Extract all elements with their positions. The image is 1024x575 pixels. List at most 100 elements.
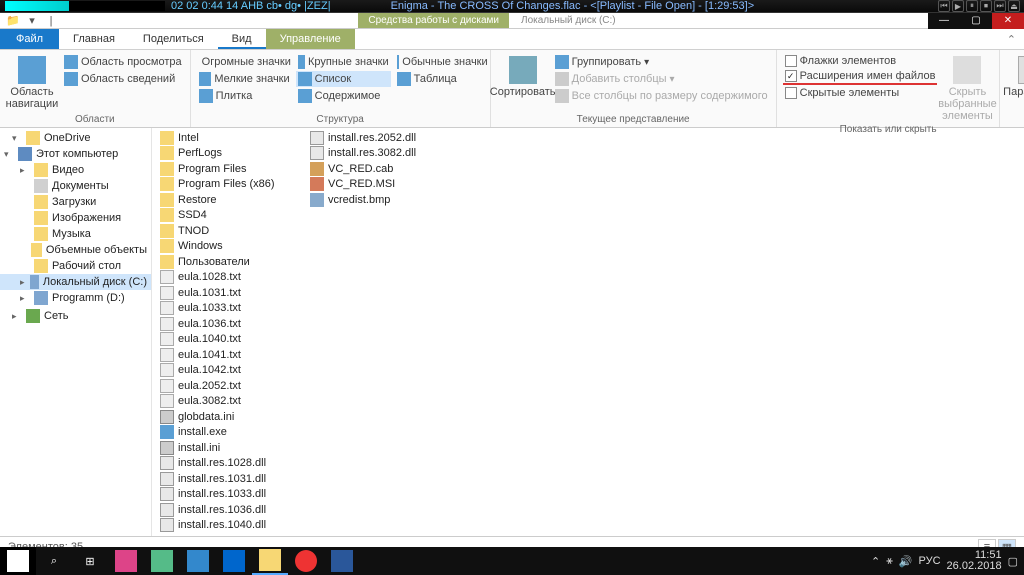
checkbox-items[interactable]: Флажки элементов — [783, 54, 938, 68]
file-item[interactable]: install.res.1031.dll — [158, 471, 308, 487]
maximize-button[interactable]: ▢ — [960, 13, 992, 29]
taskbar-search[interactable]: ⌕ — [36, 547, 72, 575]
layout-list[interactable]: Список — [296, 71, 391, 87]
tree-item[interactable]: Объемные объекты — [0, 242, 151, 258]
file-item[interactable]: eula.2052.txt — [158, 378, 308, 394]
tray-chevron-icon[interactable]: ⌃ — [871, 555, 880, 568]
prev-icon[interactable]: ⏮ — [938, 0, 950, 12]
tab-manage[interactable]: Управление — [266, 29, 355, 49]
chevron-icon[interactable]: ▾ — [12, 133, 22, 144]
tray-network-icon[interactable]: ⚹ — [886, 555, 893, 568]
file-item[interactable]: Windows — [158, 239, 308, 255]
file-item[interactable]: eula.3082.txt — [158, 394, 308, 410]
tray-clock[interactable]: 11:51 26.02.2018 — [947, 550, 1002, 572]
taskbar-app-1[interactable] — [108, 547, 144, 575]
file-item[interactable]: Пользователи — [158, 254, 308, 270]
taskbar-taskview[interactable]: ⊞ — [72, 547, 108, 575]
taskbar-app-2[interactable] — [144, 547, 180, 575]
tray-notifications-icon[interactable]: ▢ — [1008, 555, 1018, 568]
chevron-icon[interactable]: ▾ — [4, 149, 14, 160]
close-button[interactable]: ✕ — [992, 13, 1024, 29]
chevron-icon[interactable]: ▸ — [12, 311, 22, 322]
next-icon[interactable]: ⏭ — [994, 0, 1006, 12]
tree-item[interactable]: Документы — [0, 178, 151, 194]
file-item[interactable]: TNOD — [158, 223, 308, 239]
group-button[interactable]: Группировать ▾ — [553, 54, 770, 70]
tree-item[interactable]: ▾OneDrive — [0, 130, 151, 146]
tree-item[interactable]: ▾Этот компьютер — [0, 146, 151, 162]
file-item[interactable]: eula.1033.txt — [158, 301, 308, 317]
tree-item[interactable]: ▸Programm (D:) — [0, 290, 151, 306]
file-item[interactable]: Intel — [158, 130, 308, 146]
chevron-icon[interactable]: ▸ — [20, 277, 26, 288]
file-item[interactable]: VC_RED.cab — [308, 161, 458, 177]
layout-content[interactable]: Содержимое — [296, 88, 391, 104]
tree-item[interactable]: Рабочий стол — [0, 258, 151, 274]
layout-tiles[interactable]: Плитка — [197, 88, 292, 104]
tab-share[interactable]: Поделиться — [129, 29, 218, 49]
file-item[interactable]: eula.1028.txt — [158, 270, 308, 286]
layout-s-icons[interactable]: Мелкие значки — [197, 71, 292, 87]
tab-file[interactable]: Файл — [0, 29, 59, 49]
file-item[interactable]: eula.1040.txt — [158, 332, 308, 348]
file-item[interactable]: Program Files — [158, 161, 308, 177]
file-item[interactable]: globdata.ini — [158, 409, 308, 425]
file-item[interactable]: install.res.1036.dll — [158, 502, 308, 518]
tree-item[interactable]: Изображения — [0, 210, 151, 226]
qat-dropdown-icon[interactable]: ▾ — [25, 14, 39, 28]
taskbar-app-3[interactable] — [180, 547, 216, 575]
taskbar-opera[interactable] — [288, 547, 324, 575]
taskbar-app-4[interactable] — [216, 547, 252, 575]
tab-home[interactable]: Главная — [59, 29, 129, 49]
file-item[interactable]: eula.1036.txt — [158, 316, 308, 332]
file-item[interactable]: VC_RED.MSI — [308, 177, 458, 193]
file-item[interactable]: SSD4 — [158, 208, 308, 224]
layout-table[interactable]: Таблица — [395, 71, 490, 87]
layout-m-icons[interactable]: Обычные значки — [395, 54, 490, 70]
tree-item[interactable]: ▸Сеть — [0, 308, 151, 324]
file-item[interactable]: eula.1041.txt — [158, 347, 308, 363]
details-pane-button[interactable]: Область сведений — [62, 71, 184, 87]
play-icon[interactable]: ▶ — [952, 0, 964, 12]
open-icon[interactable]: ⏏ — [1008, 0, 1020, 12]
file-item[interactable]: install.res.1040.dll — [158, 518, 308, 534]
tray-volume-icon[interactable]: 🔊 — [899, 555, 913, 568]
chk-hidden-checkbox[interactable] — [785, 87, 797, 99]
chevron-icon[interactable]: ▸ — [20, 293, 30, 304]
checkbox-extensions[interactable]: ✓Расширения имен файлов — [783, 69, 938, 85]
chevron-icon[interactable]: ▸ — [20, 165, 30, 176]
file-item[interactable]: install.res.2052.dll — [308, 130, 458, 146]
checkbox-hidden[interactable]: Скрытые элементы — [783, 86, 938, 100]
file-item[interactable]: install.res.3082.dll — [308, 146, 458, 162]
contextual-tab[interactable]: Средства работы с дисками — [358, 13, 509, 28]
minimize-button[interactable]: — — [928, 13, 960, 29]
stop-icon[interactable]: ⏹ — [980, 0, 992, 12]
ribbon-collapse-icon[interactable]: ⌃ — [999, 29, 1024, 49]
file-item[interactable]: Restore — [158, 192, 308, 208]
tab-view[interactable]: Вид — [218, 29, 266, 49]
nav-tree[interactable]: ▾OneDrive▾Этот компьютер▸ВидеоДокументыЗ… — [0, 128, 152, 536]
file-item[interactable]: install.res.1033.dll — [158, 487, 308, 503]
layout-xl-icons[interactable]: Огромные значки — [197, 54, 292, 70]
file-item[interactable]: eula.1031.txt — [158, 285, 308, 301]
file-item[interactable]: vcredist.bmp — [308, 192, 458, 208]
taskbar-word[interactable] — [324, 547, 360, 575]
pause-icon[interactable]: ⏸ — [966, 0, 978, 12]
file-item[interactable]: Program Files (x86) — [158, 177, 308, 193]
file-item[interactable]: install.res.1028.dll — [158, 456, 308, 472]
file-item[interactable]: eula.1042.txt — [158, 363, 308, 379]
chk-boxes-checkbox[interactable] — [785, 55, 797, 67]
nav-pane-button[interactable]: Область навигации — [6, 54, 58, 112]
folder-icon[interactable]: 📁 — [6, 14, 20, 28]
start-button[interactable] — [0, 547, 36, 575]
tree-item[interactable]: ▸Локальный диск (C:) — [0, 274, 151, 290]
tree-item[interactable]: Загрузки — [0, 194, 151, 210]
file-item[interactable]: install.ini — [158, 440, 308, 456]
chk-ext-checkbox[interactable]: ✓ — [785, 70, 797, 82]
sort-button[interactable]: Сортировать — [497, 54, 549, 112]
tree-item[interactable]: Музыка — [0, 226, 151, 242]
options-button[interactable]: Параметры — [1006, 54, 1024, 123]
taskbar-explorer[interactable] — [252, 547, 288, 575]
preview-pane-button[interactable]: Область просмотра — [62, 54, 184, 70]
tree-item[interactable]: ▸Видео — [0, 162, 151, 178]
